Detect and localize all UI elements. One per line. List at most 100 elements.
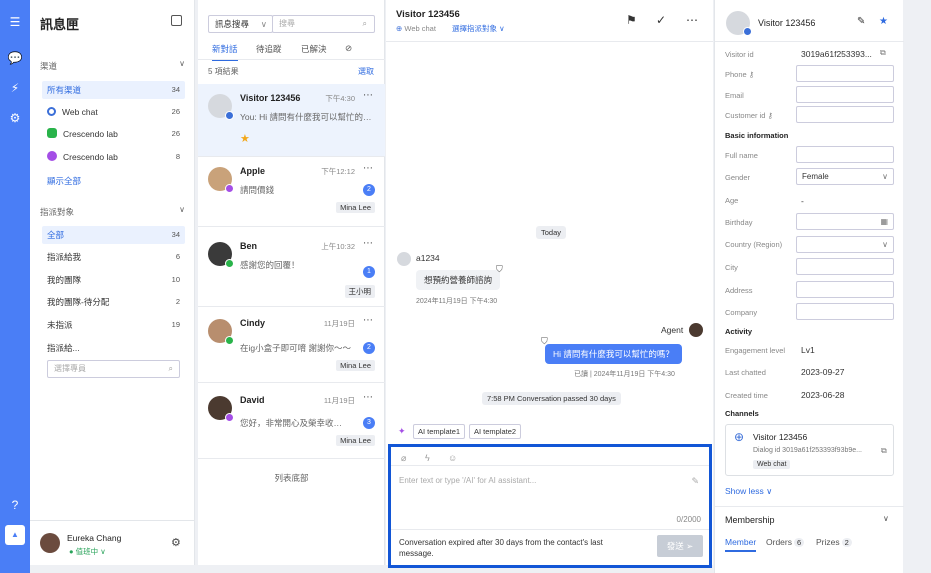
inbox-sidebar: 訊息匣 渠道 ∨ 所有渠道 34 Web chat 26 Crescendo l… xyxy=(30,0,195,565)
conversation-item[interactable]: Ben 上午10:32 ⋯ 感謝您的回覆！ 1 王小明 xyxy=(198,232,385,307)
tab-follow-up[interactable]: 待追蹤 xyxy=(256,43,282,55)
conversation-search-input[interactable]: 搜尋 ⌕ xyxy=(272,15,375,33)
country-select[interactable]: ∨ xyxy=(796,236,894,253)
phone-field[interactable] xyxy=(796,65,894,82)
member-search-input[interactable]: 選擇專員 ⌕ xyxy=(47,360,180,378)
emoji-icon[interactable]: ☺ xyxy=(448,453,457,463)
globe-icon xyxy=(47,107,56,116)
assign-item-all[interactable]: 全部 34 xyxy=(42,226,185,244)
last-chatted-label: Last chatted xyxy=(725,368,766,377)
ai-template-button[interactable]: AI template1 xyxy=(413,424,466,439)
channel-label: Web chat xyxy=(62,107,98,117)
assignee-tag: 王小明 xyxy=(344,285,375,298)
email-field[interactable] xyxy=(796,86,894,103)
conversation-time: 下午4:30 xyxy=(325,94,355,103)
blocked-icon[interactable]: ⊘ xyxy=(345,43,352,54)
message-input[interactable]: Enter text or type '/AI' for AI assistan… xyxy=(399,476,536,485)
show-all-link[interactable]: 顯示全部 xyxy=(47,175,81,187)
channels-section-header[interactable]: 渠道 ∨ xyxy=(40,59,185,72)
conversation-item[interactable]: David 11月19日 ⋯ 您好，非常開心及榮幸收到您的訊息 3 Mina L… xyxy=(198,386,385,459)
conversation-item[interactable]: Cindy 11月19日 ⋯ 在ig小盒子即可唷 謝謝你～～ 2 Mina Le… xyxy=(198,309,385,383)
age-label: Age xyxy=(725,196,739,205)
customer-id-field[interactable] xyxy=(796,106,894,123)
channel-item-all[interactable]: 所有渠道 34 xyxy=(42,81,185,99)
channel-count: 34 xyxy=(171,85,180,94)
assign-section-header[interactable]: 指派對象 ∨ xyxy=(40,205,185,218)
search-type-select[interactable]: 訊息搜尋 ∨ xyxy=(208,15,273,33)
full-name-field[interactable] xyxy=(796,146,894,163)
assign-item-to[interactable]: 指派給... xyxy=(42,339,185,357)
settings-icon[interactable]: ⚙ xyxy=(7,110,23,126)
unread-badge: 2 xyxy=(363,342,375,354)
ai-template-button[interactable]: AI template2 xyxy=(469,424,522,439)
conversation-time: 下午12:12 xyxy=(321,167,355,176)
customer-id-label: Customer id ⚷ xyxy=(725,111,773,120)
globe-icon: ⊕ xyxy=(396,24,403,33)
more-icon[interactable]: ⋯ xyxy=(363,238,373,249)
edit-icon[interactable]: ✎ xyxy=(857,16,865,27)
city-field[interactable] xyxy=(796,258,894,275)
conversation-item[interactable]: Visitor 123456 下午4:30 ⋯ You: Hi 請問有什麼我可以… xyxy=(198,84,385,157)
tab-member[interactable]: Member xyxy=(725,537,757,552)
result-count: 5 項結果 xyxy=(208,67,239,76)
flag-icon[interactable]: ⚑ xyxy=(626,13,637,27)
incoming-sender: a1234 xyxy=(416,253,440,263)
tab-orders[interactable]: Orders 6 xyxy=(766,537,805,547)
expired-notice: Conversation expired after 30 days from … xyxy=(399,538,603,558)
assign-label: 全部 xyxy=(47,230,65,240)
more-icon[interactable]: ⋯ xyxy=(363,163,373,174)
engagement-value: Lv1 xyxy=(801,345,815,355)
help-icon[interactable]: ? xyxy=(7,497,23,513)
channel-item-messenger[interactable]: Crescendo lab 8 xyxy=(42,148,185,166)
user-status[interactable]: ● 值班中 ∨ xyxy=(69,546,106,557)
collapse-panel-icon[interactable] xyxy=(171,15,182,26)
more-icon[interactable]: ⋯ xyxy=(686,13,698,27)
conversation-time: 上午10:32 xyxy=(321,242,355,251)
chevron-down-icon: ∨ xyxy=(260,19,267,29)
chevron-down-icon: ∨ xyxy=(882,172,888,181)
logo-icon[interactable]: ☰ xyxy=(7,14,23,30)
user-name: Eureka Chang xyxy=(67,533,122,543)
assign-dropdown[interactable]: 選擇指派對象 ∨ xyxy=(452,24,505,33)
conversation-item[interactable]: Apple 下午12:12 ⋯ 請問價錢 2 Mina Lee xyxy=(198,157,385,227)
show-less-link[interactable]: Show less ∨ xyxy=(725,486,772,497)
chevron-down-icon[interactable]: ∨ xyxy=(883,514,889,523)
conversation-preview: 在ig小盒子即可唷 謝謝你～～ xyxy=(240,343,351,353)
lightning-icon[interactable]: ⚡ xyxy=(7,80,23,96)
channel-item-webchat[interactable]: Web chat 26 xyxy=(42,103,185,121)
company-field[interactable] xyxy=(796,303,894,320)
assign-label: 我的團隊 xyxy=(47,275,82,285)
attachment-icon[interactable]: ⌀ xyxy=(401,453,406,464)
gender-select[interactable]: Female ∨ xyxy=(796,168,894,185)
birthday-field[interactable]: ▦ xyxy=(796,213,894,230)
ai-sparkle-icon[interactable]: ✦ xyxy=(398,426,406,437)
tab-prizes[interactable]: Prizes 2 xyxy=(816,537,852,547)
star-icon[interactable]: ★ xyxy=(240,132,250,145)
bookmark-icon[interactable]: ⛉ xyxy=(496,264,503,275)
send-button[interactable]: 發送 ➢ xyxy=(657,535,703,557)
star-icon[interactable]: ★ xyxy=(879,16,888,27)
assign-item-me[interactable]: 指派給我 6 xyxy=(42,248,185,266)
magic-wand-icon[interactable]: ✎ xyxy=(691,476,699,487)
chat-icon[interactable]: 💬 xyxy=(7,50,23,66)
channel-item-line[interactable]: Crescendo lab 26 xyxy=(42,125,185,143)
more-icon[interactable]: ⋯ xyxy=(363,315,373,326)
assign-item-team-pending[interactable]: 我的團隊-待分配 2 xyxy=(42,293,185,311)
workspace-logo-icon[interactable]: ▲ xyxy=(5,525,25,545)
copy-icon[interactable]: ⧉ xyxy=(880,48,886,58)
select-button[interactable]: 選取 xyxy=(358,66,374,77)
avatar[interactable] xyxy=(40,533,60,553)
more-icon[interactable]: ⋯ xyxy=(363,90,373,101)
tab-resolved[interactable]: 已解決 xyxy=(301,43,327,55)
address-field[interactable] xyxy=(796,281,894,298)
lightning-icon[interactable]: ϟ xyxy=(425,453,430,463)
assign-item-unassigned[interactable]: 未指派 19 xyxy=(42,316,185,334)
check-circle-icon[interactable]: ✓ xyxy=(656,13,666,27)
assign-item-team[interactable]: 我的團隊 10 xyxy=(42,271,185,289)
gear-icon[interactable]: ⚙ xyxy=(171,536,181,549)
more-icon[interactable]: ⋯ xyxy=(363,392,373,403)
chat-channel: Web chat xyxy=(404,24,436,33)
list-end-label: 列表底部 xyxy=(274,473,309,483)
copy-icon[interactable]: ⧉ xyxy=(881,446,887,456)
assign-count: 6 xyxy=(175,252,180,261)
